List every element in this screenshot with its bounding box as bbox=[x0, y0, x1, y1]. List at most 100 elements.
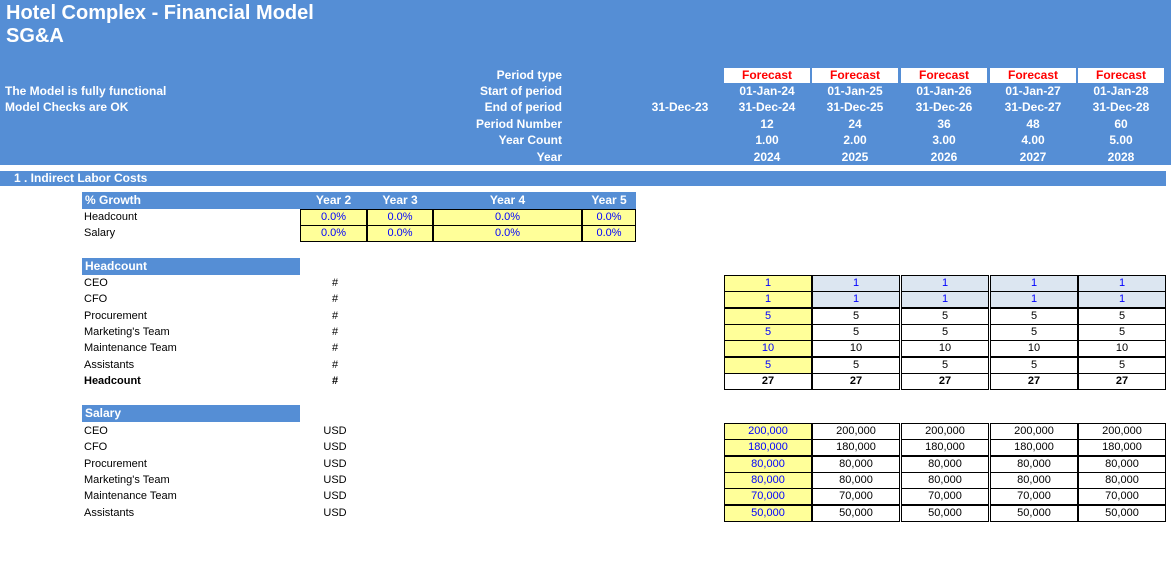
growth-input-cell[interactable]: 0.0% bbox=[433, 209, 582, 226]
headcount-cell: 27 bbox=[901, 372, 989, 390]
growth-input-cell[interactable]: 0.0% bbox=[582, 209, 636, 226]
salary-cell: 80,000 bbox=[990, 471, 1078, 489]
growth-input-cell[interactable]: 0.0% bbox=[367, 209, 433, 226]
salary-cell: 200,000 bbox=[901, 423, 989, 440]
headcount-cell: 10 bbox=[990, 340, 1078, 358]
headcount-cell: 5 bbox=[812, 356, 900, 374]
headcount-unit: # bbox=[331, 342, 339, 355]
headcount-cell: 5 bbox=[990, 323, 1078, 341]
salary-row-label: CFO bbox=[84, 441, 108, 454]
headcount-cell[interactable]: 1 bbox=[812, 291, 900, 309]
salary-cell[interactable]: 50,000 bbox=[724, 504, 812, 522]
period-number-2: 24 bbox=[848, 117, 862, 131]
salary-cell: 80,000 bbox=[812, 455, 900, 473]
growth-input-cell[interactable]: 0.0% bbox=[582, 225, 636, 242]
sheet-title: SG&A bbox=[6, 25, 64, 47]
period-number-label: Period Number bbox=[475, 117, 562, 131]
salary-cell: 80,000 bbox=[901, 471, 989, 489]
model-title: Hotel Complex - Financial Model bbox=[6, 2, 314, 24]
salary-unit: USD bbox=[323, 473, 347, 486]
headcount-cell: 27 bbox=[1078, 372, 1166, 390]
headcount-cell[interactable]: 5 bbox=[724, 323, 812, 341]
start-period-label: Start of period bbox=[479, 84, 562, 98]
headcount-cell: 5 bbox=[1078, 307, 1166, 325]
headcount-cell: 10 bbox=[1078, 340, 1166, 358]
period-number-3: 36 bbox=[937, 117, 951, 131]
headcount-cell[interactable]: 1 bbox=[990, 291, 1078, 309]
period-end-5: 31-Dec-28 bbox=[1092, 100, 1150, 114]
headcount-cell[interactable]: 1 bbox=[1078, 291, 1166, 309]
headcount-cell[interactable]: 1 bbox=[901, 291, 989, 309]
salary-cell: 50,000 bbox=[1078, 504, 1166, 522]
salary-cell: 80,000 bbox=[1078, 455, 1166, 473]
period-end-2: 31-Dec-25 bbox=[826, 100, 884, 114]
headcount-row-label: CFO bbox=[84, 293, 108, 306]
headcount-cell: 5 bbox=[812, 307, 900, 325]
period-year-5: 2028 bbox=[1107, 150, 1135, 164]
headcount-row-label: Headcount bbox=[84, 374, 141, 387]
headcount-row-label: Procurement bbox=[84, 309, 147, 322]
growth-col-4: Year 4 bbox=[433, 192, 582, 209]
headcount-unit: # bbox=[331, 309, 339, 322]
headcount-cell[interactable]: 5 bbox=[724, 307, 812, 325]
growth-header: % Growth bbox=[82, 192, 300, 209]
headcount-cell: 5 bbox=[990, 356, 1078, 374]
headcount-cell: 5 bbox=[812, 323, 900, 341]
pre-period-end: 31-Dec-23 bbox=[651, 100, 709, 114]
growth-input-cell[interactable]: 0.0% bbox=[367, 225, 433, 242]
salary-cell[interactable]: 70,000 bbox=[724, 488, 812, 506]
salary-cell[interactable]: 180,000 bbox=[724, 439, 812, 457]
salary-cell[interactable]: 80,000 bbox=[724, 471, 812, 489]
headcount-cell: 5 bbox=[990, 307, 1078, 325]
salary-cell: 180,000 bbox=[1078, 439, 1166, 457]
headcount-unit: # bbox=[331, 277, 339, 289]
period-end-1: 31-Dec-24 bbox=[738, 100, 796, 114]
headcount-row-label: Assistants bbox=[84, 358, 135, 371]
growth-input-cell[interactable]: 0.0% bbox=[300, 225, 367, 242]
salary-cell[interactable]: 80,000 bbox=[724, 455, 812, 473]
salary-cell[interactable]: 200,000 bbox=[724, 423, 812, 440]
period-end-4: 31-Dec-27 bbox=[1004, 100, 1062, 114]
headcount-cell[interactable]: 1 bbox=[812, 275, 900, 292]
period-number-5: 60 bbox=[1114, 117, 1128, 131]
headcount-cell[interactable]: 1 bbox=[724, 275, 812, 292]
growth-row-label: Headcount bbox=[84, 211, 138, 223]
headcount-cell: 5 bbox=[901, 307, 989, 325]
end-period-label: End of period bbox=[484, 100, 562, 114]
period-type-2: Forecast bbox=[812, 68, 898, 83]
headcount-cell[interactable]: 1 bbox=[1078, 275, 1166, 292]
headcount-cell[interactable]: 1 bbox=[724, 291, 812, 309]
salary-cell: 200,000 bbox=[812, 423, 900, 440]
period-count-4: 4.00 bbox=[1021, 133, 1045, 147]
headcount-cell: 5 bbox=[1078, 323, 1166, 341]
salary-cell: 180,000 bbox=[812, 439, 900, 457]
section-indirect-labor: 1 . Indirect Labor Costs bbox=[0, 171, 1166, 186]
salary-cell: 200,000 bbox=[990, 423, 1078, 440]
period-type-5: Forecast bbox=[1078, 68, 1164, 83]
headcount-cell[interactable]: 1 bbox=[990, 275, 1078, 292]
growth-input-cell[interactable]: 0.0% bbox=[300, 209, 367, 226]
salary-row-label: CEO bbox=[84, 425, 108, 437]
period-start-1: 01-Jan-24 bbox=[739, 84, 795, 98]
headcount-cell[interactable]: 10 bbox=[724, 340, 812, 358]
period-year-1: 2024 bbox=[753, 150, 781, 164]
salary-cell: 180,000 bbox=[990, 439, 1078, 457]
period-count-3: 3.00 bbox=[932, 133, 956, 147]
year-label: Year bbox=[536, 150, 562, 164]
period-year-4: 2027 bbox=[1019, 150, 1047, 164]
growth-input-cell[interactable]: 0.0% bbox=[433, 225, 582, 242]
salary-cell: 70,000 bbox=[812, 488, 900, 506]
salary-cell: 80,000 bbox=[990, 455, 1078, 473]
salary-cell: 50,000 bbox=[901, 504, 989, 522]
salary-row-label: Marketing's Team bbox=[84, 473, 170, 486]
salary-cell: 70,000 bbox=[990, 488, 1078, 506]
headcount-cell: 5 bbox=[1078, 356, 1166, 374]
period-year-3: 2026 bbox=[930, 150, 958, 164]
period-start-4: 01-Jan-27 bbox=[1005, 84, 1061, 98]
headcount-cell: 5 bbox=[901, 323, 989, 341]
salary-row-label: Maintenance Team bbox=[84, 490, 177, 503]
headcount-cell[interactable]: 5 bbox=[724, 356, 812, 374]
period-number-4: 48 bbox=[1026, 117, 1040, 131]
period-number-1: 12 bbox=[760, 117, 774, 131]
headcount-cell[interactable]: 1 bbox=[901, 275, 989, 292]
